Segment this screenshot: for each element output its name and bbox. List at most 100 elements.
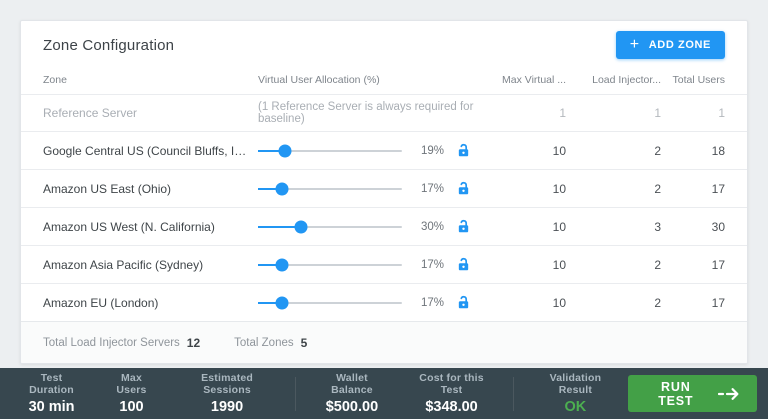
allocation-slider[interactable] [258, 220, 402, 233]
load-injectors-value: 2 [566, 144, 661, 158]
total-load-injector-servers-label: Total Load Injector Servers [43, 337, 180, 349]
slider-handle[interactable] [276, 296, 289, 309]
table-row: Amazon US East (Ohio) 17% 10 2 17 [21, 169, 747, 207]
stat-validation-result: Validation Result OK [523, 372, 627, 415]
stat-label: Max Users [106, 372, 157, 396]
add-zone-label: ADD ZONE [649, 39, 711, 51]
allocation-percent-label: 19% [412, 145, 444, 157]
total-load-injector-servers: Total Load Injector Servers 12 [43, 336, 200, 350]
stat-value: 100 [106, 399, 157, 415]
table-header-row: Zone Virtual User Allocation (%) Max Vir… [21, 65, 747, 94]
total-zones-value: 5 [301, 336, 308, 350]
unlock-icon[interactable] [454, 180, 472, 198]
stat-value: $500.00 [316, 399, 388, 415]
table-row-reference-server: Reference Server (1 Reference Server is … [21, 94, 747, 131]
table-row: Google Central US (Council Bluffs, Iowa)… [21, 131, 747, 169]
load-injectors-value: 1 [566, 106, 661, 120]
allocation-cell: 17% [258, 294, 476, 312]
slider-handle[interactable] [276, 182, 289, 195]
total-zones-label: Total Zones [234, 337, 293, 349]
allocation-cell: 17% [258, 180, 476, 198]
allocation-slider[interactable] [258, 144, 402, 157]
table-row: Amazon Asia Pacific (Sydney) 17% 10 2 17 [21, 245, 747, 283]
allocation-percent-label: 17% [412, 297, 444, 309]
page: Zone Configuration + ADD ZONE Zone Virtu… [0, 0, 768, 419]
stat-estimated-sessions: Estimated Sessions 1990 [168, 372, 286, 415]
total-users-value: 17 [661, 182, 725, 196]
zone-name: Amazon Asia Pacific (Sydney) [43, 258, 258, 272]
max-virtual-value: 10 [476, 220, 566, 234]
zone-configuration-card: Zone Configuration + ADD ZONE Zone Virtu… [20, 20, 748, 364]
allocation-slider[interactable] [258, 296, 402, 309]
zone-name: Reference Server [43, 106, 258, 120]
total-users-value: 1 [661, 106, 725, 120]
column-header-load-injectors: Load Injector... [566, 74, 661, 86]
allocation-percent-label: 30% [412, 221, 444, 233]
allocation-cell: 19% [258, 142, 476, 160]
max-virtual-value: 10 [476, 296, 566, 310]
load-injectors-value: 2 [566, 258, 661, 272]
unlock-icon[interactable] [454, 218, 472, 236]
unlock-icon[interactable] [454, 256, 472, 274]
test-summary-bar: Test Duration 30 min Max Users 100 Estim… [0, 368, 768, 419]
run-test-button[interactable]: RUN TEST [628, 375, 757, 412]
total-users-value: 30 [661, 220, 725, 234]
stat-value: 30 min [19, 399, 84, 415]
allocation-slider[interactable] [258, 258, 402, 271]
card-header: Zone Configuration + ADD ZONE [21, 21, 747, 65]
max-virtual-value: 10 [476, 182, 566, 196]
allocation-cell: 17% [258, 256, 476, 274]
max-virtual-value: 1 [476, 106, 566, 120]
validation-result-value: OK [534, 399, 616, 415]
column-header-max-virtual: Max Virtual ... [476, 74, 566, 86]
unlock-icon[interactable] [454, 142, 472, 160]
divider [513, 377, 514, 411]
zone-name: Amazon US East (Ohio) [43, 182, 258, 196]
max-virtual-value: 10 [476, 258, 566, 272]
stat-value: $348.00 [410, 399, 493, 415]
total-users-value: 17 [661, 258, 725, 272]
stat-max-users: Max Users 100 [95, 372, 168, 415]
load-injectors-value: 2 [566, 296, 661, 310]
stat-test-duration: Test Duration 30 min [8, 372, 95, 415]
slider-handle[interactable] [276, 258, 289, 271]
column-header-zone: Zone [43, 74, 258, 86]
divider [295, 377, 296, 411]
table-row: Amazon EU (London) 17% 10 2 17 [21, 283, 747, 321]
card-footer: Total Load Injector Servers 12 Total Zon… [21, 321, 747, 363]
run-test-label: RUN TEST [645, 380, 707, 408]
stat-label: Cost for this Test [410, 372, 493, 396]
stat-label: Test Duration [19, 372, 84, 396]
load-injectors-value: 2 [566, 182, 661, 196]
stat-label: Validation Result [534, 372, 616, 396]
stat-label: Wallet Balance [316, 372, 388, 396]
stat-wallet-balance: Wallet Balance $500.00 [305, 372, 399, 415]
reference-note: (1 Reference Server is always required f… [258, 101, 476, 125]
total-load-injector-servers-value: 12 [187, 336, 200, 350]
total-users-value: 18 [661, 144, 725, 158]
table-row: Amazon US West (N. California) 30% 10 3 … [21, 207, 747, 245]
column-header-allocation: Virtual User Allocation (%) [258, 74, 476, 86]
total-zones: Total Zones 5 [234, 336, 307, 350]
stat-value: 1990 [179, 399, 275, 415]
allocation-cell: 30% [258, 218, 476, 236]
slider-handle[interactable] [295, 220, 308, 233]
total-users-value: 17 [661, 296, 725, 310]
zone-name: Amazon EU (London) [43, 296, 258, 310]
load-injectors-value: 3 [566, 220, 661, 234]
zone-name: Amazon US West (N. California) [43, 220, 258, 234]
max-virtual-value: 10 [476, 144, 566, 158]
zone-name: Google Central US (Council Bluffs, Iowa) [43, 144, 258, 158]
allocation-percent-label: 17% [412, 183, 444, 195]
unlock-icon[interactable] [454, 294, 472, 312]
allocation-slider[interactable] [258, 182, 402, 195]
stat-cost-for-this-test: Cost for this Test $348.00 [399, 372, 504, 415]
page-title: Zone Configuration [43, 37, 174, 54]
plus-icon: + [630, 37, 640, 53]
allocation-percent-label: 17% [412, 259, 444, 271]
arrow-right-icon [718, 387, 740, 401]
slider-handle[interactable] [279, 144, 292, 157]
stat-label: Estimated Sessions [179, 372, 275, 396]
add-zone-button[interactable]: + ADD ZONE [616, 31, 725, 59]
column-header-total-users: Total Users [661, 74, 725, 86]
